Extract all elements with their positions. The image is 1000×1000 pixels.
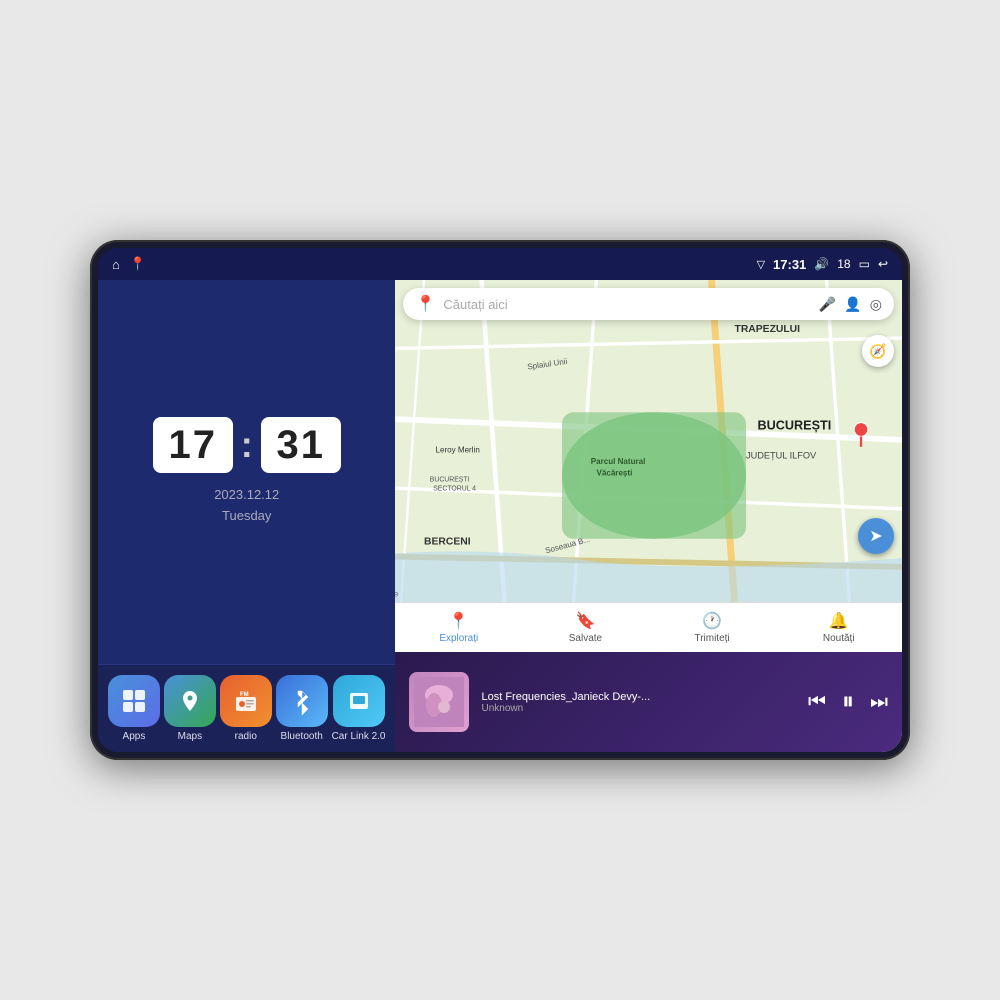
home-icon[interactable]: ⌂ [112, 257, 120, 272]
maps-label: Maps [178, 731, 202, 742]
clock-date: 2023.12.12 Tuesday [214, 485, 279, 527]
map-nav-salvate[interactable]: 🔖 Salvate [522, 607, 649, 648]
map-nav-explorați[interactable]: 📍 Explorați [395, 607, 522, 648]
battery-icon: ▭ [859, 257, 870, 271]
music-title: Lost Frequencies_Janieck Devy-... [481, 691, 796, 703]
apps-label: Apps [123, 731, 146, 742]
svg-text:SECTORUL 4: SECTORUL 4 [434, 485, 477, 492]
music-controls: ⏮ ⏸ ⏭ [808, 688, 888, 716]
svg-text:BERCENI: BERCENI [424, 537, 471, 548]
explore-icon: 📍 [449, 611, 469, 631]
map-search-placeholder[interactable]: Căutați aici [443, 297, 811, 312]
radio-icon[interactable]: FM [220, 675, 272, 727]
clock-widget: 17 : 31 2023.12.12 Tuesday [98, 280, 395, 664]
svg-text:JUDEȚUL ILFOV: JUDEȚUL ILFOV [746, 450, 817, 460]
svg-text:TRAPEZULUI: TRAPEZULUI [735, 324, 801, 335]
svg-text:Parcul Natural: Parcul Natural [591, 457, 646, 466]
compass-button[interactable]: 🧭 [862, 335, 894, 367]
account-icon[interactable]: 👤 [844, 296, 861, 313]
signal-icon: ▽ [757, 258, 765, 271]
battery-level: 18 [837, 257, 850, 271]
saved-label: Salvate [569, 633, 602, 644]
main-content: 17 : 31 2023.12.12 Tuesday [98, 280, 902, 752]
next-button[interactable]: ⏭ [870, 691, 888, 714]
back-icon[interactable]: ↩ [878, 257, 888, 271]
location-icon[interactable]: 📍 [130, 256, 146, 272]
send-label: Trimiteți [694, 633, 729, 644]
svg-text:Leroy Merlin: Leroy Merlin [436, 446, 480, 455]
device-screen: ⌂ 📍 ▽ 17:31 🔊 18 ▭ ↩ 17 : [98, 248, 902, 752]
svg-text:Google: Google [395, 589, 399, 598]
svg-text:BUCUREȘTI: BUCUREȘTI [758, 419, 832, 433]
device: ⌂ 📍 ▽ 17:31 🔊 18 ▭ ↩ 17 : [90, 240, 910, 760]
status-right: ▽ 17:31 🔊 18 ▭ ↩ [757, 257, 888, 272]
app-dock: Apps Maps [98, 664, 395, 752]
map-area[interactable]: TRAPEZULUI BUCUREȘTI JUDEȚUL ILFOV BERCE… [395, 280, 902, 602]
send-icon: 🕐 [702, 611, 722, 631]
status-bar: ⌂ 📍 ▽ 17:31 🔊 18 ▭ ↩ [98, 248, 902, 280]
time-display: 17:31 [773, 257, 806, 272]
clock-minutes: 31 [261, 417, 341, 473]
right-panel: TRAPEZULUI BUCUREȘTI JUDEȚUL ILFOV BERCE… [395, 280, 902, 752]
music-info: Lost Frequencies_Janieck Devy-... Unknow… [481, 691, 796, 714]
map-search-bar[interactable]: 📍 Căutați aici 🎤 👤 ◎ [403, 288, 894, 320]
app-item-carlink[interactable]: Car Link 2.0 [332, 675, 386, 742]
map-background: TRAPEZULUI BUCUREȘTI JUDEȚUL ILFOV BERCE… [395, 280, 902, 602]
bluetooth-icon[interactable] [276, 675, 328, 727]
mic-icon[interactable]: 🎤 [819, 296, 836, 313]
map-search-icons: 🎤 👤 ◎ [819, 296, 882, 313]
volume-icon: 🔊 [814, 257, 829, 271]
music-panel: Lost Frequencies_Janieck Devy-... Unknow… [395, 652, 902, 752]
map-bottom-nav: 📍 Explorați 🔖 Salvate 🕐 Trimiteți 🔔 Nout… [395, 602, 902, 652]
navigate-fab[interactable]: ➤ [858, 518, 894, 554]
map-pin-icon: 📍 [415, 294, 435, 314]
saved-icon: 🔖 [575, 611, 595, 631]
radio-label: radio [235, 731, 257, 742]
prev-button[interactable]: ⏮ [808, 691, 826, 714]
music-thumbnail [409, 672, 469, 732]
explore-label: Explorați [439, 633, 478, 644]
left-panel: 17 : 31 2023.12.12 Tuesday [98, 280, 395, 752]
carlink-label: Car Link 2.0 [332, 731, 386, 742]
carlink-icon[interactable] [333, 675, 385, 727]
svg-text:FM: FM [240, 692, 249, 698]
app-item-maps[interactable]: Maps [164, 675, 216, 742]
apps-icon[interactable] [108, 675, 160, 727]
svg-text:BUCUREȘTI: BUCUREȘTI [430, 476, 470, 483]
clock-colon: : [241, 424, 253, 466]
maps-icon[interactable] [164, 675, 216, 727]
app-item-radio[interactable]: FM radio [220, 675, 272, 742]
map-nav-noutăți[interactable]: 🔔 Noutăți [775, 607, 902, 648]
music-artist: Unknown [481, 703, 796, 714]
play-pause-button[interactable]: ⏸ [842, 688, 854, 716]
layers-icon[interactable]: ◎ [870, 296, 882, 313]
status-left: ⌂ 📍 [112, 256, 146, 272]
svg-text:Văcărești: Văcărești [597, 469, 633, 478]
clock-hours: 17 [153, 417, 233, 473]
map-nav-trimiteți[interactable]: 🕐 Trimiteți [649, 607, 776, 648]
news-icon: 🔔 [829, 611, 849, 631]
clock-display: 17 : 31 [153, 417, 341, 473]
app-item-apps[interactable]: Apps [108, 675, 160, 742]
app-item-bluetooth[interactable]: Bluetooth [276, 675, 328, 742]
bluetooth-label: Bluetooth [281, 731, 323, 742]
news-label: Noutăți [823, 633, 855, 644]
